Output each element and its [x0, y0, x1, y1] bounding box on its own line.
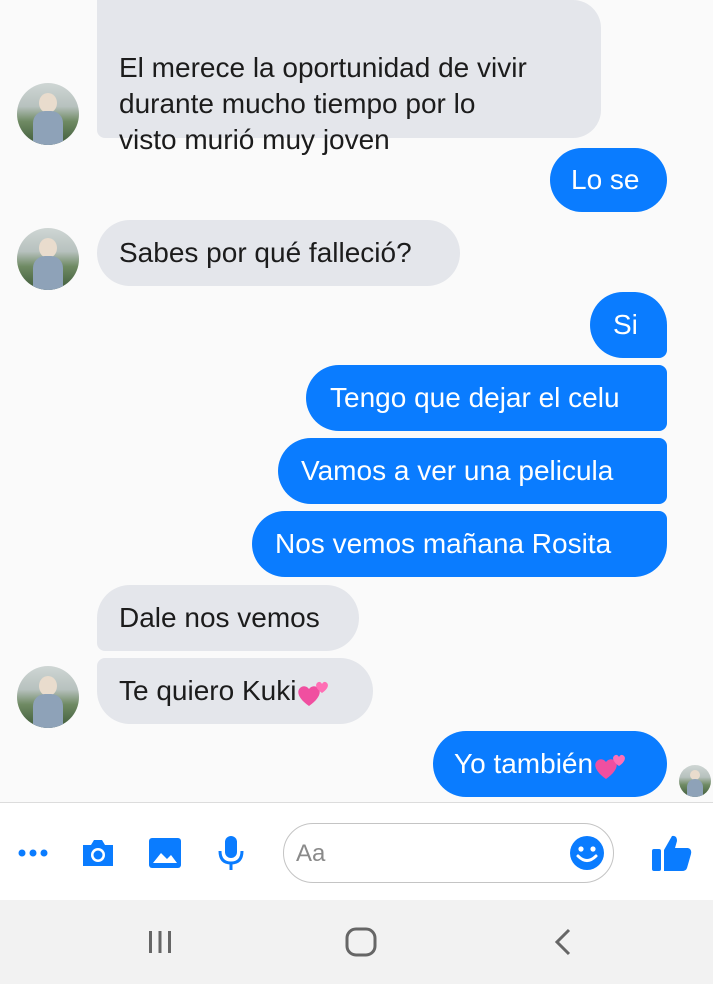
- contact-avatar[interactable]: [17, 666, 79, 728]
- two-hearts-icon: [298, 681, 329, 706]
- message-text: El merece la oportunidad de vivir durant…: [119, 52, 527, 155]
- back-icon[interactable]: [543, 924, 583, 960]
- message-text: Lo se: [571, 164, 640, 195]
- message-list[interactable]: El merece la oportunidad de vivir durant…: [0, 0, 713, 802]
- like-icon[interactable]: [650, 833, 694, 873]
- gallery-icon[interactable]: [145, 833, 185, 873]
- message-text: Tengo que dejar el celu: [330, 382, 620, 413]
- message-input[interactable]: [294, 836, 568, 872]
- system-navigation-bar: [0, 900, 713, 984]
- recent-apps-icon[interactable]: [140, 924, 180, 960]
- message-outgoing[interactable]: Si: [590, 292, 667, 358]
- seen-receipt-avatar: [679, 765, 711, 797]
- message-text: Te quiero Kuki: [119, 675, 297, 706]
- microphone-icon[interactable]: [211, 833, 251, 873]
- two-hearts-icon: [595, 754, 626, 779]
- message-input-box[interactable]: [283, 823, 614, 883]
- message-incoming[interactable]: El merece la oportunidad de vivir durant…: [97, 0, 601, 155]
- message-text: Si: [613, 309, 638, 340]
- message-text: Vamos a ver una pelicula: [301, 455, 614, 486]
- contact-avatar[interactable]: [17, 228, 79, 290]
- message-text: Yo también: [454, 748, 594, 779]
- message-incoming[interactable]: Sabes por qué falleció?: [97, 220, 460, 286]
- message-outgoing[interactable]: Vamos a ver una pelicula: [278, 438, 667, 504]
- message-outgoing[interactable]: Lo se: [550, 148, 667, 212]
- emoji-icon[interactable]: [569, 835, 605, 871]
- camera-icon[interactable]: [78, 833, 118, 873]
- message-text: Nos vemos mañana Rosita: [275, 528, 612, 559]
- message-outgoing[interactable]: Nos vemos mañana Rosita: [252, 511, 667, 577]
- more-icon[interactable]: [13, 833, 53, 873]
- message-outgoing[interactable]: Tengo que dejar el celu: [306, 365, 667, 431]
- message-text: Sabes por qué falleció?: [119, 237, 412, 268]
- message-text: Dale nos vemos: [119, 602, 320, 633]
- message-outgoing[interactable]: Yo también: [433, 731, 667, 797]
- contact-avatar[interactable]: [17, 83, 79, 145]
- message-composer: [0, 802, 713, 900]
- message-incoming[interactable]: Dale nos vemos: [97, 585, 359, 651]
- message-incoming[interactable]: Te quiero Kuki: [97, 658, 373, 724]
- home-icon[interactable]: [341, 924, 381, 960]
